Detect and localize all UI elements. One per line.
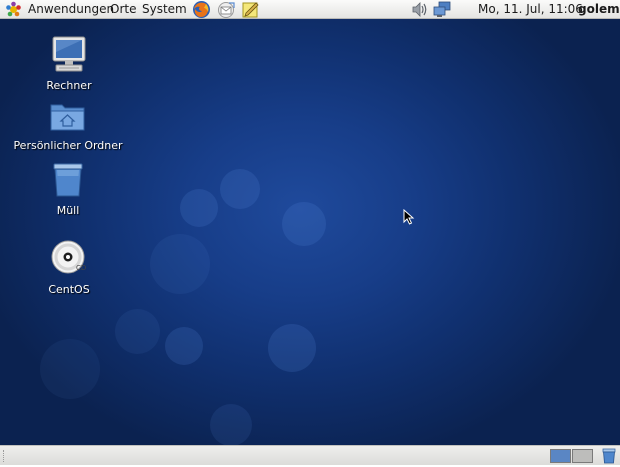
workspace-1[interactable]	[550, 449, 571, 463]
background-bokeh	[165, 327, 203, 365]
network-icon[interactable]	[433, 1, 452, 21]
trash-applet-icon[interactable]	[601, 448, 617, 467]
desktop-icon-label: CentOS	[48, 283, 90, 296]
panel-handle[interactable]	[3, 450, 6, 462]
menu-places[interactable]: Orte	[110, 2, 136, 17]
workspace-2[interactable]	[572, 449, 593, 463]
background-bokeh	[220, 169, 260, 209]
desktop-icon-cd[interactable]: CD CentOS	[9, 239, 129, 296]
home-folder-icon	[8, 99, 128, 136]
notes-icon[interactable]	[242, 1, 260, 21]
computer-icon	[9, 35, 129, 76]
cd-icon: CD	[9, 239, 129, 280]
mouse-pointer-icon	[403, 208, 415, 228]
desktop-icon-trash[interactable]: Müll	[8, 162, 128, 217]
background-bokeh	[268, 324, 316, 372]
desktop-icon-label: Müll	[56, 204, 80, 217]
menu-system[interactable]: System	[142, 2, 187, 17]
background-bokeh	[115, 309, 160, 354]
desktop-icon-home-folder[interactable]: Persönlicher Ordner	[8, 99, 128, 152]
background-bokeh	[180, 189, 218, 227]
desktop[interactable]: Rechner Persönlicher Ordner Müll CD Cent…	[0, 19, 620, 445]
background-bokeh	[210, 404, 252, 445]
desktop-icon-label: Rechner	[46, 79, 92, 92]
menu-applications[interactable]: Anwendungen	[28, 2, 114, 17]
background-bokeh	[282, 202, 326, 246]
background-bokeh	[150, 234, 210, 294]
desktop-icon-label: Persönlicher Ordner	[13, 139, 123, 152]
user-name[interactable]: golem	[578, 2, 620, 17]
svg-text:CD: CD	[76, 264, 86, 272]
gnome-foot-icon[interactable]	[5, 1, 22, 21]
top-panel: Anwendungen Orte System Mo, 11. Jul, 11:…	[0, 0, 620, 19]
mail-icon[interactable]	[217, 1, 236, 21]
desktop-icon-computer[interactable]: Rechner	[9, 35, 129, 92]
clock[interactable]: Mo, 11. Jul, 11:06	[478, 2, 583, 17]
volume-icon[interactable]	[411, 1, 429, 21]
trash-icon	[8, 162, 128, 201]
background-bokeh	[40, 339, 100, 399]
bottom-panel	[0, 445, 620, 465]
